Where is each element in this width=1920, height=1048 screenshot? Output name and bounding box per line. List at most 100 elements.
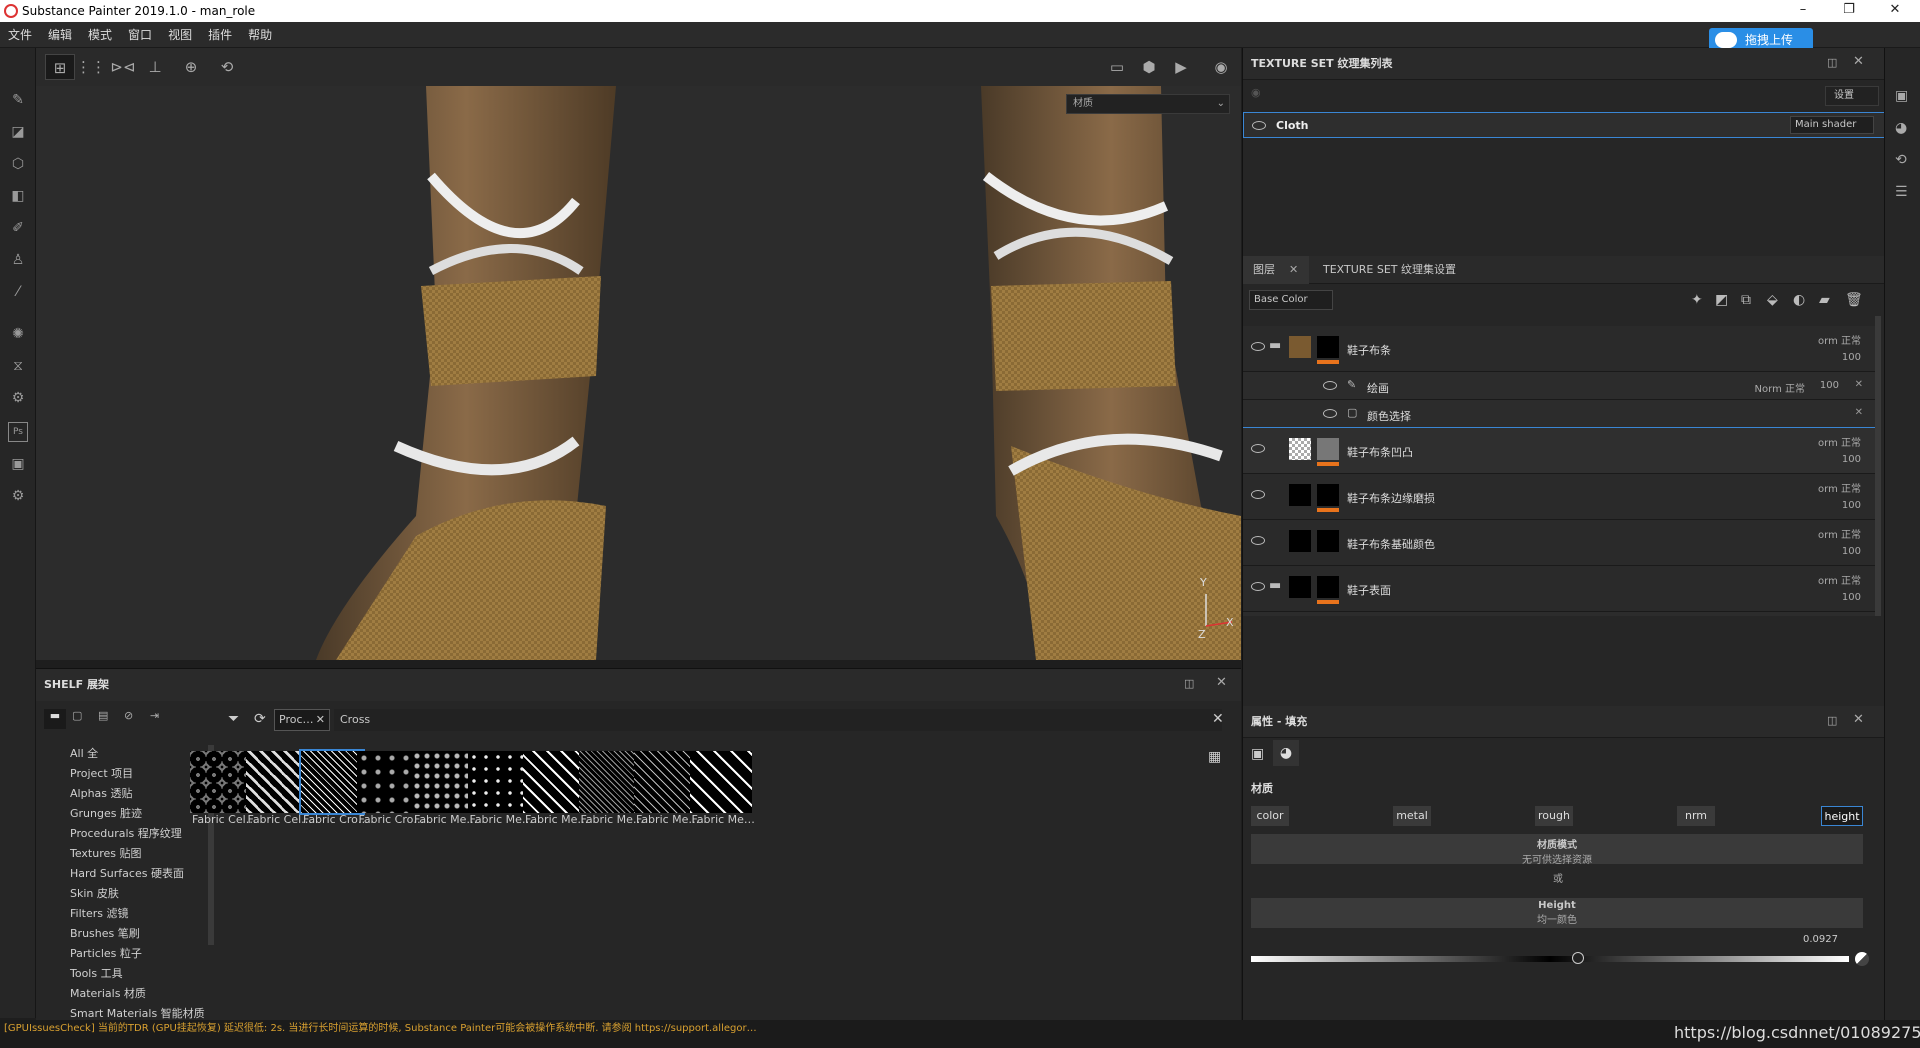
category-item[interactable]: Textures 贴图 [70, 845, 142, 861]
mask-thumbnail[interactable] [1317, 438, 1339, 460]
shader-settings-icon[interactable]: ◕ [1895, 120, 1907, 136]
material-thumbnail[interactable] [467, 751, 530, 813]
sublayer-row[interactable]: ✎绘画Norm 正常100✕ [1243, 612, 1875, 616]
material-sphere-icon[interactable]: ◕ [1273, 740, 1299, 766]
layer-thumbnail[interactable] [1289, 576, 1311, 598]
material-mode-dropdown[interactable]: 材质 ⌄ [1066, 94, 1230, 114]
add-mask-icon[interactable]: ◐ [1793, 292, 1805, 308]
log-icon[interactable]: ☰ [1895, 184, 1908, 200]
filter-tag[interactable]: Proc… ✕ [274, 709, 330, 731]
category-item[interactable]: Materials 材质 [70, 985, 146, 1001]
color-picker-icon[interactable]: ⁄ [8, 282, 28, 302]
clone-stamp-icon[interactable]: ♙ [8, 250, 28, 270]
remove-effect-icon[interactable]: ✕ [1855, 379, 1863, 390]
category-item[interactable]: All 全 [70, 745, 98, 761]
eye-icon[interactable] [1251, 444, 1265, 453]
menu-mode[interactable]: 模式 [80, 22, 120, 48]
category-item[interactable]: Project 项目 [70, 765, 133, 781]
channel-color-button[interactable]: color [1251, 806, 1289, 826]
blend-mode-dropdown[interactable]: orm 正常 [1818, 332, 1861, 347]
refresh-icon[interactable]: ⟳ [254, 711, 266, 727]
magic-wand-icon[interactable]: ✦ [1691, 292, 1703, 308]
layer-thumbnail[interactable] [1289, 484, 1311, 506]
remove-effect-icon[interactable]: ✕ [1855, 407, 1863, 418]
menu-help[interactable]: 帮助 [240, 22, 280, 48]
particle-icon[interactable]: ✺ [8, 324, 28, 344]
channel-height-button[interactable]: height [1821, 806, 1863, 826]
menu-view[interactable]: 视图 [160, 22, 200, 48]
blend-mode-dropdown[interactable]: orm 正常 [1818, 434, 1861, 449]
hide-icon[interactable]: ⊘ [124, 709, 133, 722]
folder-icon[interactable]: ▬ [44, 709, 66, 729]
material-thumbnail[interactable] [299, 749, 365, 815]
blend-mode-dropdown[interactable]: Norm 正常 [1755, 380, 1805, 395]
height-slider-handle[interactable] [1571, 952, 1584, 964]
mirror-y-icon[interactable]: ⊥ [140, 54, 170, 80]
plugin-icon[interactable]: ⚙ [8, 388, 28, 408]
eye-icon[interactable] [1251, 490, 1265, 499]
fill-properties-icon[interactable]: ▣ [1251, 746, 1264, 762]
screenshot-camera-icon[interactable]: ◉ [1206, 54, 1236, 80]
layer-thumbnail[interactable] [1289, 530, 1311, 552]
material-thumbnail[interactable] [689, 751, 752, 813]
history-icon[interactable]: ⟲ [1895, 152, 1907, 168]
eye-icon[interactable] [1251, 342, 1265, 351]
add-layer-icon[interactable]: ⧉ [1741, 292, 1751, 308]
add-folder-icon[interactable]: ▰ [1819, 292, 1830, 308]
height-slot[interactable]: Height 均一颜色 [1251, 898, 1863, 928]
opacity-value[interactable]: 100 [1842, 592, 1861, 603]
eye-icon[interactable] [1323, 409, 1337, 418]
material-thumbnail[interactable] [245, 751, 308, 813]
save-icon[interactable]: ▤ [98, 709, 108, 722]
category-item[interactable]: Alphas 透贴 [70, 785, 133, 801]
sublayer-row[interactable]: ▢ 颜色选择 ✕ [1243, 400, 1875, 428]
display-settings-icon[interactable]: ▣ [1895, 88, 1908, 104]
delete-icon[interactable]: 🗑 [1845, 292, 1863, 308]
visibility-toggle-icon[interactable]: ◉ [1251, 86, 1261, 99]
eye-icon[interactable] [1323, 381, 1337, 390]
material-mode-slot[interactable]: 材质模式 无可供选择资源 [1251, 834, 1863, 866]
paint-brush-icon[interactable]: ✎ [8, 90, 28, 110]
view-2d-icon[interactable]: ▭ [1102, 54, 1132, 80]
mask-thumbnail[interactable] [1317, 336, 1339, 358]
layer-row[interactable]: 鞋子布条凹凸 orm 正常 100 [1243, 427, 1875, 475]
opacity-value[interactable]: 100 [1842, 454, 1861, 465]
eye-icon[interactable] [1251, 582, 1265, 591]
opacity-value[interactable]: 100 [1820, 380, 1839, 391]
channel-rough-button[interactable]: rough [1535, 806, 1573, 826]
eraser-icon[interactable]: ◪ [8, 122, 28, 142]
menu-file[interactable]: 文件 [0, 22, 40, 48]
material-thumbnail[interactable] [523, 751, 585, 813]
material-thumbnail[interactable] [356, 751, 419, 813]
material-thumbnail[interactable] [634, 751, 696, 813]
menu-plugins[interactable]: 插件 [200, 22, 240, 48]
texture-set-settings-dropdown[interactable]: 设置 [1825, 86, 1879, 106]
mask-thumbnail[interactable] [1317, 576, 1339, 598]
undock-icon[interactable]: ◫ [1827, 56, 1837, 69]
close-tab-icon[interactable]: ✕ [1289, 263, 1298, 276]
polygon-fill-icon[interactable]: ◧ [8, 186, 28, 206]
menu-edit[interactable]: 编辑 [40, 22, 80, 48]
maximize-button[interactable]: ❐ [1826, 0, 1872, 22]
texture-set-row[interactable]: Cloth Main shader [1243, 112, 1885, 138]
smudge-icon[interactable]: ✐ [8, 218, 28, 238]
category-item[interactable]: Brushes 笔刷 [70, 925, 140, 941]
photoshop-icon[interactable]: Ps [8, 422, 28, 442]
shelf-search-input[interactable]: Cross [334, 709, 1222, 731]
blend-mode-dropdown[interactable]: orm 正常 [1818, 572, 1861, 587]
category-item[interactable]: Skin 皮肤 [70, 885, 119, 901]
undock-icon[interactable]: ◫ [1184, 677, 1194, 690]
shader-dropdown[interactable]: Main shader [1790, 116, 1874, 134]
opacity-value[interactable]: 100 [1842, 546, 1861, 557]
remove-filter-icon[interactable]: ✕ [316, 710, 325, 730]
material-thumbnail[interactable] [190, 751, 252, 813]
channel-nrm-button[interactable]: nrm [1677, 806, 1715, 826]
height-slider[interactable] [1251, 956, 1849, 962]
height-value[interactable]: 0.0927 [1803, 934, 1838, 945]
mirror-x-icon[interactable]: ⊳⊲ [108, 54, 138, 80]
projection-icon[interactable]: ⬡ [8, 154, 28, 174]
channel-dropdown[interactable]: Base Color [1249, 290, 1333, 310]
close-panel-icon[interactable]: ✕ [1216, 675, 1227, 690]
opacity-value[interactable]: 100 [1842, 352, 1861, 363]
close-panel-icon[interactable]: ✕ [1853, 54, 1864, 69]
